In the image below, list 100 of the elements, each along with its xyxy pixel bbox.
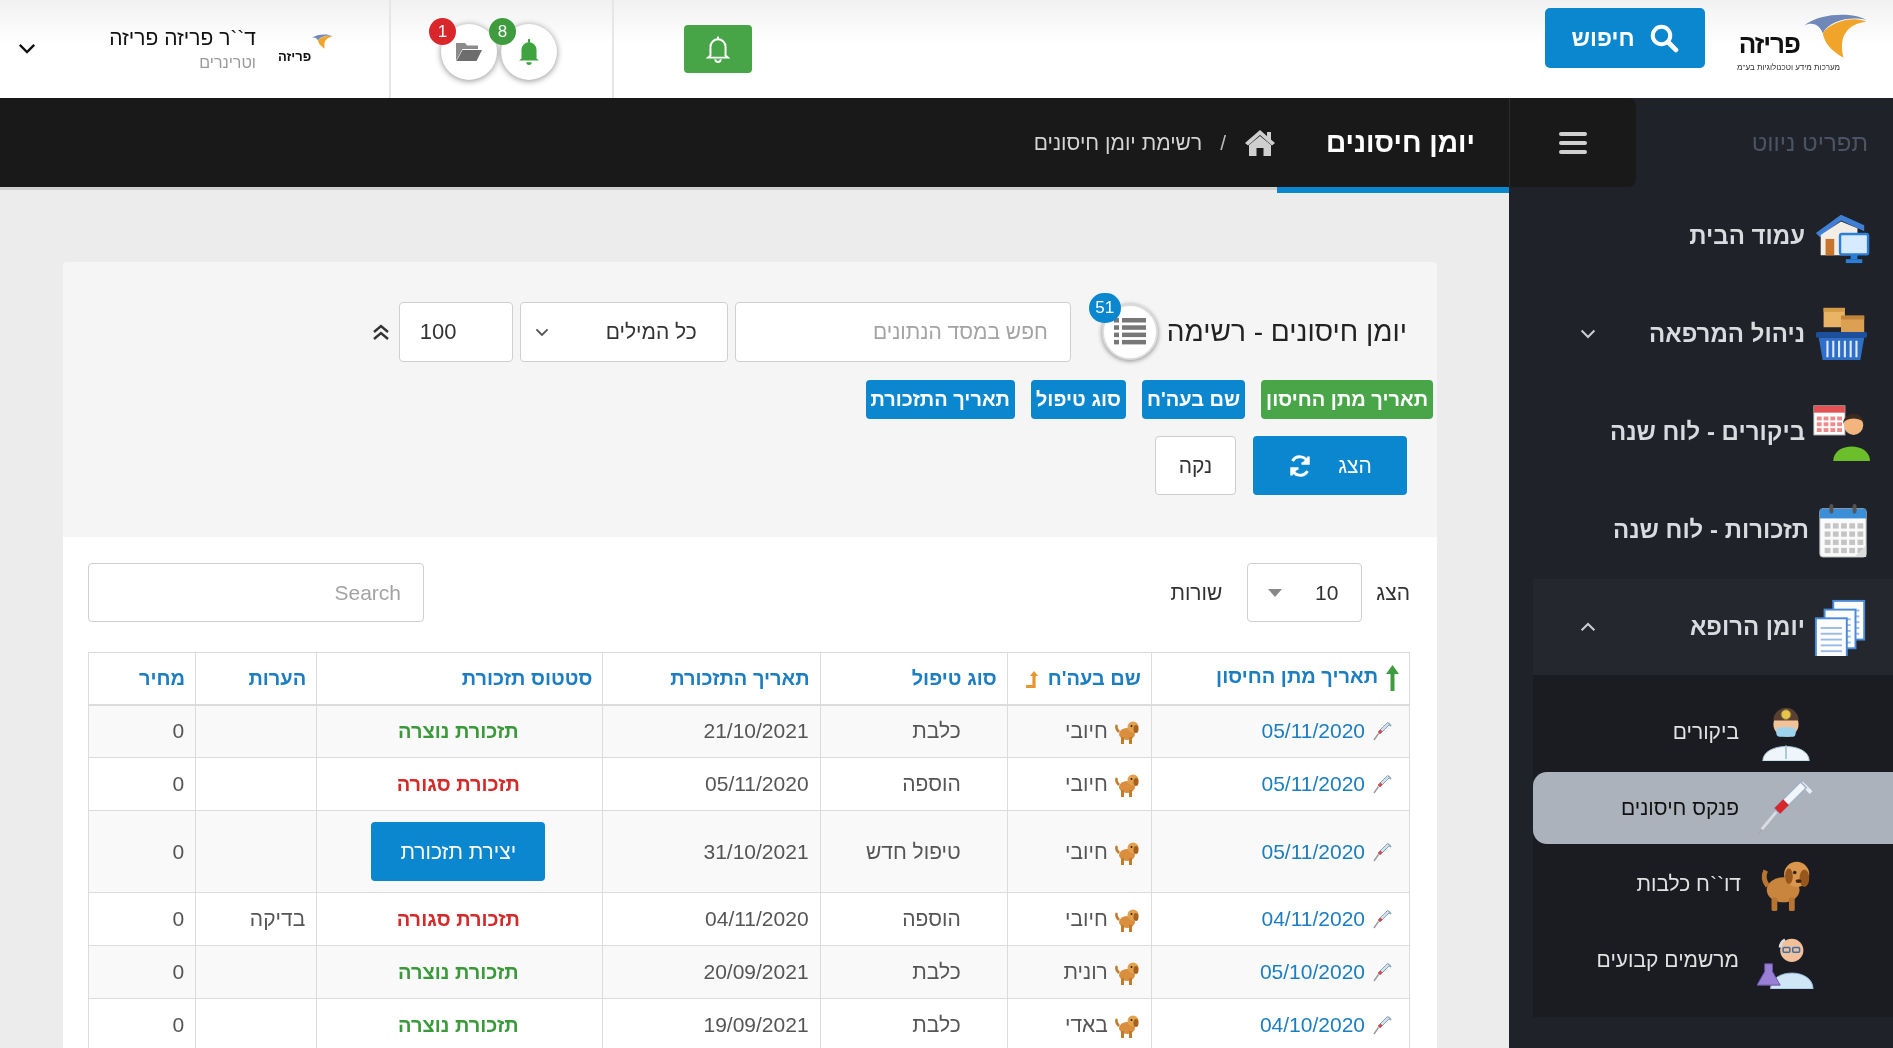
count-badge: 1: [429, 18, 456, 45]
page-title: יומן חיסונים: [1277, 98, 1509, 193]
show-label: הצג: [1376, 580, 1410, 605]
table-search-field[interactable]: Search: [88, 563, 424, 622]
logo-wordmark: פריזה: [278, 49, 312, 64]
calendar-icon: [1816, 501, 1870, 559]
search-icon: [1648, 23, 1679, 53]
table-cell: 05/11/2020: [602, 757, 821, 811]
breadcrumb-current: רשימת יומן חיסונים: [1033, 130, 1203, 155]
table-cell: הוספה: [820, 757, 1008, 811]
nav-item[interactable]: תזכורות - לוח שנה: [1509, 481, 1893, 579]
column-header[interactable]: תאריך מתן החיסון: [1151, 652, 1410, 705]
create-reminder-button[interactable]: יצירת תזכורת: [371, 822, 546, 881]
caret-icon: [1268, 588, 1283, 597]
date-link[interactable]: 05/11/2020: [1261, 719, 1365, 744]
date-link[interactable]: 05/11/2020: [1261, 772, 1365, 796]
nav-subitem[interactable]: מרשמים קבועים: [1533, 924, 1893, 996]
table-cell: בדיקה: [195, 892, 317, 946]
nav-group[interactable]: ניהול המרפאה: [1509, 285, 1893, 383]
column-header[interactable]: מחיר: [88, 652, 196, 705]
table-cell: 0: [88, 810, 196, 893]
sort-tag[interactable]: שם בעה'ח: [1142, 380, 1246, 419]
bell-icon: [516, 38, 542, 66]
syringe-icon: [1757, 779, 1815, 837]
syringe-icon: [1373, 1015, 1393, 1035]
table-cell: 0: [88, 892, 196, 946]
show-button[interactable]: הצג: [1253, 436, 1407, 495]
owner-name: חיובי: [1065, 839, 1108, 864]
sort-arrow-icon[interactable]: [1386, 665, 1399, 692]
page-size-select[interactable]: 10: [1247, 563, 1363, 622]
owner-name: חיובי: [1065, 907, 1108, 931]
sidebar-title: תפריט ניווט: [1751, 128, 1868, 157]
date-link[interactable]: 04/10/2020: [1259, 1013, 1365, 1037]
table-cell: כלבת: [820, 945, 1008, 999]
rows-label: שורות: [1170, 580, 1223, 605]
refresh-icon: [1288, 453, 1313, 478]
logo-tagline: מערכות מידע וטכנולוגיות בע"מ: [1737, 62, 1840, 72]
breadcrumb-separator: /: [1220, 130, 1226, 155]
chevron-down-icon: [534, 327, 549, 337]
table-cell: 21/10/2021: [602, 704, 821, 758]
search-field[interactable]: חפש במסד הנתונים: [734, 302, 1071, 362]
nav-subitem[interactable]: פנקס חיסונים: [1533, 772, 1893, 844]
owner-name: רונית: [1063, 960, 1108, 984]
user-name: ד``ר פריזה פריזה: [109, 26, 256, 50]
date-link[interactable]: 05/11/2020: [1261, 839, 1365, 864]
collapse-icon[interactable]: [371, 323, 390, 341]
reminder-status: תזכורת סגורה: [396, 908, 520, 930]
syringe-icon: [1373, 841, 1393, 862]
calendar-person-icon: [1812, 403, 1870, 461]
panel-title: יומן חיסונים - רשימה: [1166, 316, 1407, 348]
limit-field[interactable]: 100: [398, 302, 513, 362]
nav-subitem[interactable]: דו``ח כלבות: [1533, 848, 1893, 920]
match-mode-select[interactable]: כל המילים: [519, 302, 728, 362]
count-badge: 51: [1088, 293, 1121, 323]
syringe-icon: [1373, 962, 1393, 982]
alerts-button[interactable]: [684, 25, 752, 73]
folder-button[interactable]: [441, 24, 497, 80]
list-icon: [1113, 318, 1146, 346]
owner-name: באדי: [1064, 1013, 1108, 1037]
column-header[interactable]: הערות: [195, 652, 317, 705]
count-badge: 8: [489, 18, 516, 45]
logo-swoosh-icon: [311, 34, 333, 49]
table-cell: 20/09/2021: [602, 945, 821, 999]
syringe-icon: [1373, 909, 1393, 929]
owner-name: חיובי: [1065, 719, 1108, 744]
reminder-status: תזכורת נוצרה: [398, 1014, 519, 1036]
table-cell: 0: [88, 945, 196, 999]
reminder-status: תזכורת סגורה: [396, 773, 520, 795]
table-cell: 0: [88, 704, 196, 758]
menu-icon: [1559, 131, 1587, 154]
clear-button[interactable]: נקה: [1155, 436, 1236, 495]
home-icon[interactable]: [1244, 129, 1276, 156]
sort-tag[interactable]: תאריך מתן החיסון: [1261, 380, 1433, 419]
table-cell: טיפול חדש: [820, 810, 1008, 893]
owner-name: חיובי: [1065, 772, 1108, 796]
bell-icon: [705, 35, 731, 63]
syringe-icon: [1373, 721, 1393, 742]
syringe-icon: [1373, 774, 1393, 794]
chevron-down-icon[interactable]: [18, 43, 36, 55]
table-cell: כלבת: [820, 704, 1008, 758]
menu-button[interactable]: [1509, 98, 1636, 187]
column-header[interactable]: סוג טיפול: [820, 652, 1008, 705]
column-header[interactable]: סטטוס תזכורת: [316, 652, 603, 705]
column-header[interactable]: תאריך התזכורת: [602, 652, 821, 705]
table-cell: 0: [88, 757, 196, 811]
folder-icon: [455, 40, 483, 64]
sort-tag[interactable]: תאריך התזכורת: [865, 380, 1015, 419]
nav-subitem[interactable]: ביקורים: [1533, 696, 1893, 768]
user-role: וטרינרים: [199, 54, 256, 72]
chevron-up-icon[interactable]: [1580, 622, 1596, 632]
sort-tag[interactable]: סוג טיפול: [1030, 380, 1126, 419]
column-header[interactable]: שם בעה'ח: [1007, 652, 1152, 705]
search-button[interactable]: חיפוש: [1545, 8, 1705, 68]
date-link[interactable]: 05/10/2020: [1259, 960, 1365, 984]
nav-group[interactable]: יומן הרופא: [1533, 579, 1893, 675]
reminder-status: תזכורת נוצרה: [398, 961, 519, 983]
reminder-status: תזכורת נוצרה: [398, 720, 519, 743]
date-link[interactable]: 04/11/2020: [1261, 907, 1365, 931]
nav-item[interactable]: ביקורים - לוח שנה: [1509, 383, 1893, 481]
nav-item[interactable]: עמוד הבית: [1509, 187, 1893, 285]
